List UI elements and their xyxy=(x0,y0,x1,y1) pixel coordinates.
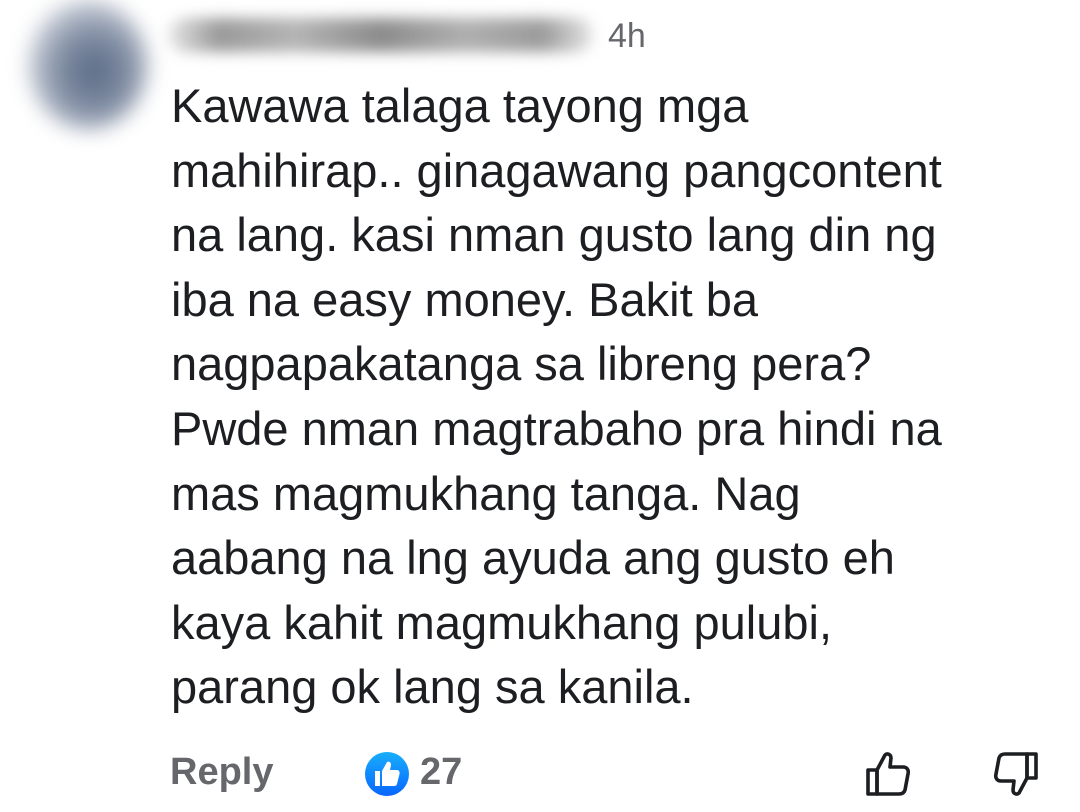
thumbs-up-glyph-icon xyxy=(375,761,400,786)
author-name xyxy=(168,18,593,52)
comment-body: Kawawa talaga tayong mga mahihirap.. gin… xyxy=(171,74,1071,720)
like-reaction-icon[interactable] xyxy=(365,752,409,796)
thumbs-down-outline-icon[interactable] xyxy=(990,748,1042,800)
reaction-count[interactable]: 27 xyxy=(420,750,462,794)
comment-line: mahihirap.. ginagawang pangcontent xyxy=(171,143,942,197)
comment-line: Kawawa talaga tayong mga xyxy=(171,79,749,132)
comment-line: Pwde nman magtrabaho pra hindi na xyxy=(171,401,942,455)
comment-line: kaya kahit magmukhang pulubi, xyxy=(171,595,833,649)
thumbs-up-outline-icon[interactable] xyxy=(862,748,914,800)
comment-line: iba na easy money. Bakit ba xyxy=(171,272,758,326)
comment-line: na lang. kasi nman gusto lang din ng xyxy=(171,208,937,262)
comment-line: aabang na lng ayuda ang gusto eh xyxy=(171,531,895,585)
comment-line: mas magmukhang tanga. Nag xyxy=(171,466,801,520)
comment-line: parang ok lang sa kanila. xyxy=(171,660,694,714)
comment-timestamp[interactable]: 4h xyxy=(608,16,646,56)
avatar[interactable] xyxy=(28,0,148,130)
reply-button[interactable]: Reply xyxy=(170,750,273,794)
comment-line: nagpapakatanga sa libreng pera? xyxy=(171,337,872,391)
